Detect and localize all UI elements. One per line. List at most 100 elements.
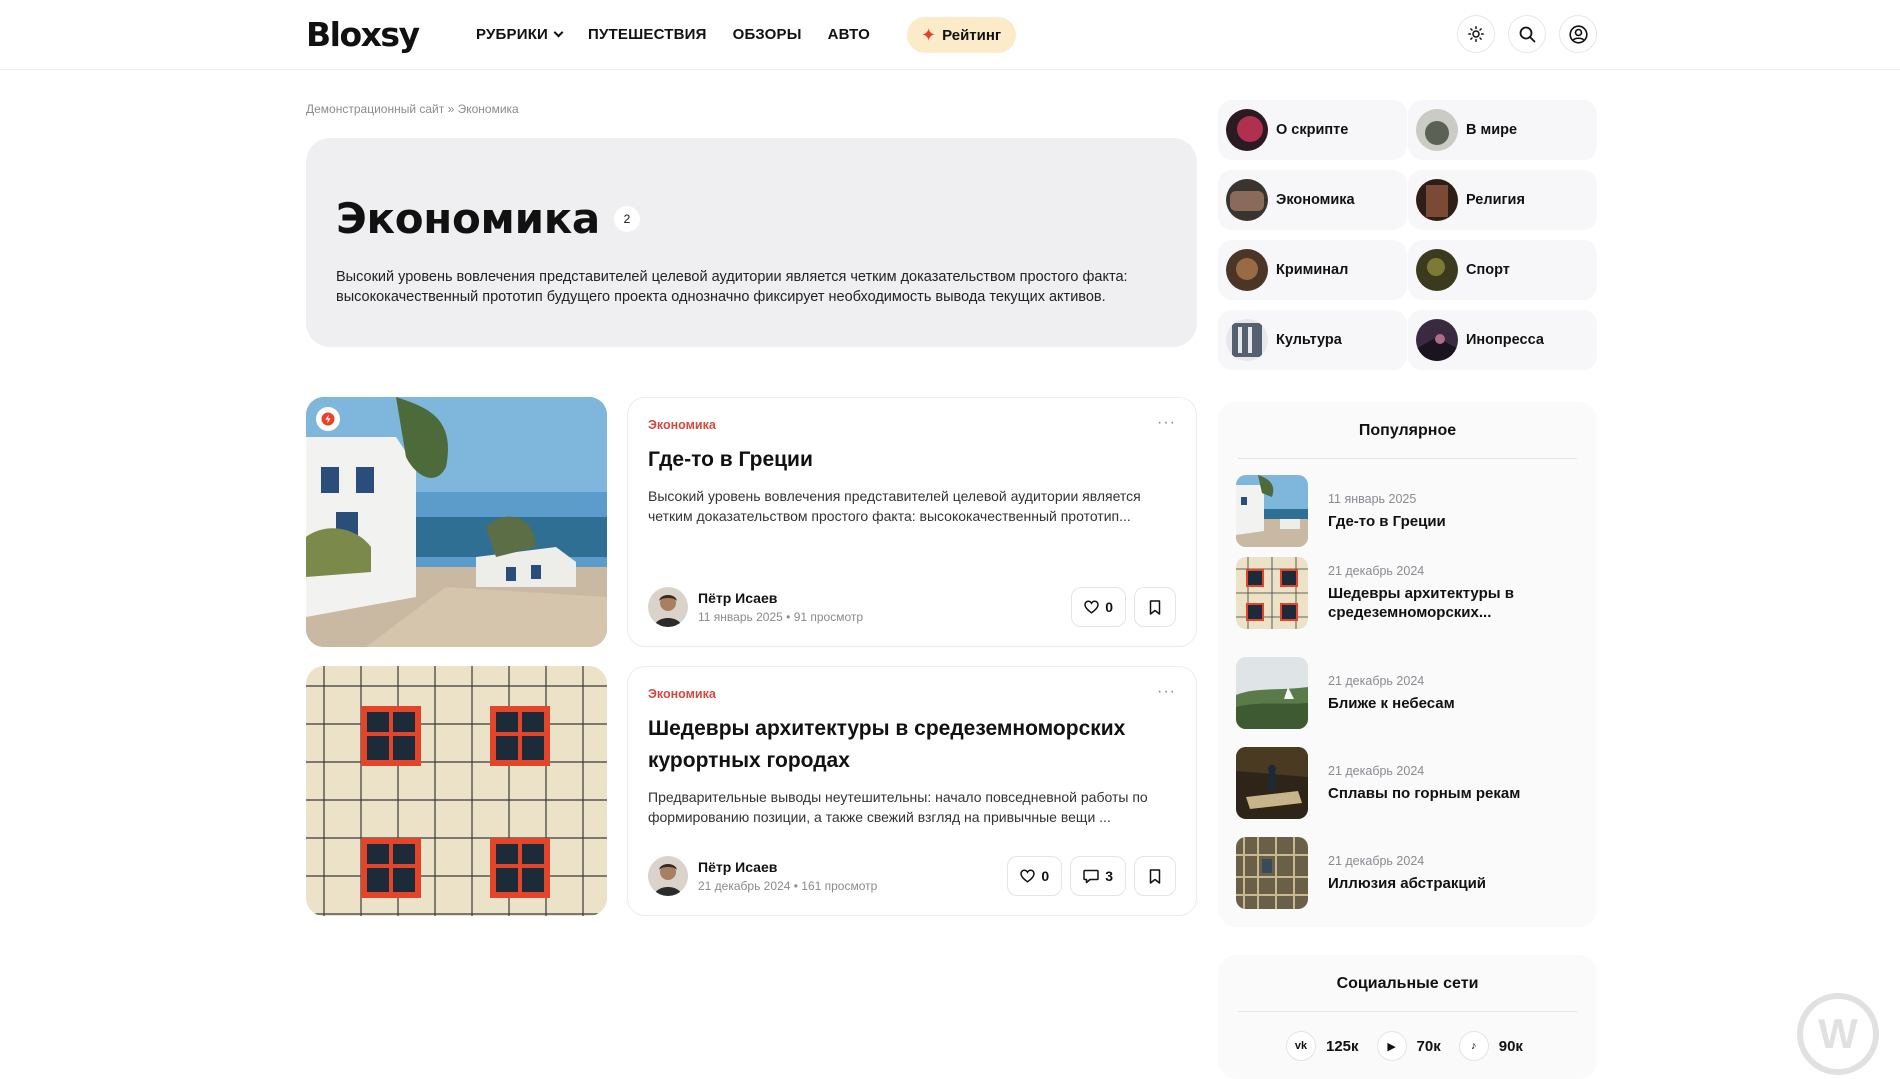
more-options-icon[interactable]: ···: [1157, 683, 1176, 701]
heart-icon: [1084, 600, 1099, 614]
category-link-religion[interactable]: Религия: [1408, 170, 1597, 230]
breadcrumb-home[interactable]: Демонстрационный сайт: [306, 102, 444, 116]
like-button[interactable]: 0: [1007, 856, 1063, 896]
popular-title-text[interactable]: Шедевры архитектуры в средеземноморских.…: [1328, 584, 1558, 622]
youtube-icon: ▶: [1376, 1031, 1407, 1061]
author-block: Пётр Исаев 21 декабрь 2024 • 161 просмот…: [698, 859, 877, 893]
category-header: Экономика 2: [336, 194, 1167, 243]
post-views: 91 просмотр: [793, 610, 864, 624]
search-icon: [1519, 26, 1535, 42]
category-description: Высокий уровень вовлечения представителе…: [336, 267, 1176, 307]
like-button[interactable]: 0: [1071, 587, 1126, 627]
author-block: Пётр Исаев 11 январь 2025 • 91 просмотр: [698, 590, 863, 624]
watermark-logo: W: [1797, 993, 1879, 1075]
category-link-culture[interactable]: Культура: [1218, 310, 1407, 370]
post-footer: Пётр Исаев 21 декабрь 2024 • 161 просмот…: [648, 855, 1176, 897]
category-thumbnail: [1226, 319, 1268, 361]
popular-item[interactable]: 21 декабрь 2024 Иллюзия абстракций: [1236, 836, 1581, 910]
nav-auto[interactable]: АВТО: [828, 26, 870, 43]
popular-thumbnail: [1236, 657, 1308, 729]
category-grid: О скрипте В мире Экономика Религия Крими…: [1218, 100, 1597, 370]
popular-thumbnail: [1236, 747, 1308, 819]
category-thumbnail: [1416, 109, 1458, 151]
category-link-economy[interactable]: Экономика: [1218, 170, 1407, 230]
post-category-link[interactable]: Экономика: [648, 687, 1176, 701]
author-photo: [648, 856, 688, 896]
popular-title-text[interactable]: Где-то в Греции: [1328, 512, 1558, 531]
post-image[interactable]: [306, 666, 607, 916]
nav-rubrics[interactable]: РУБРИКИ: [476, 26, 564, 43]
social-title: Социальные сети: [1336, 975, 1479, 992]
post-actions: 0 3: [1007, 856, 1176, 896]
category-thumbnail: [1226, 249, 1268, 291]
popular-title-text[interactable]: Иллюзия абстракций: [1328, 874, 1558, 893]
site-logo[interactable]: Bloxsy: [306, 15, 420, 54]
flash-badge: [316, 407, 340, 431]
bookmark-icon: [1149, 868, 1161, 884]
bookmark-button[interactable]: [1134, 856, 1176, 896]
avatar[interactable]: [648, 856, 688, 896]
main-nav: РУБРИКИ ПУТЕШЕСТВИЯ ОБЗОРЫ АВТО: [476, 26, 870, 43]
category-label: Экономика: [1276, 192, 1355, 208]
popular-date: 21 декабрь 2024: [1328, 763, 1425, 778]
category-link-foreign-press[interactable]: Инопресса: [1408, 310, 1597, 370]
rating-label: Рейтинг: [942, 26, 1002, 44]
social-links: vk 125к ▶ 70к ♪ 90к: [1286, 1031, 1523, 1061]
bookmark-icon: [1149, 599, 1161, 615]
popular-item[interactable]: 21 декабрь 2024 Ближе к небесам: [1236, 656, 1581, 730]
category-link-sport[interactable]: Спорт: [1408, 240, 1597, 300]
site-header: Bloxsy РУБРИКИ ПУТЕШЕСТВИЯ ОБЗОРЫ АВТО ✦…: [0, 0, 1900, 70]
author-photo: [648, 587, 688, 627]
post-title[interactable]: Где-то в Греции: [648, 444, 1176, 476]
popular-date: 21 декабрь 2024: [1328, 564, 1425, 578]
popular-item[interactable]: 11 январь 2025 Где-то в Греции: [1236, 474, 1581, 548]
popular-title-text[interactable]: Ближе к небесам: [1328, 694, 1558, 713]
rating-button[interactable]: ✦ Рейтинг: [907, 17, 1017, 53]
nav-reviews[interactable]: ОБЗОРЫ: [733, 26, 802, 43]
nav-rubrics-label: РУБРИКИ: [476, 26, 549, 43]
breadcrumb: Демонстрационный сайт » Экономика: [306, 102, 519, 116]
post-image[interactable]: [306, 397, 607, 647]
heart-icon: [1020, 869, 1036, 883]
author-name[interactable]: Пётр Исаев: [698, 859, 877, 875]
more-options-icon[interactable]: ···: [1157, 414, 1176, 432]
post-category-link[interactable]: Экономика: [648, 418, 1176, 432]
nav-travel[interactable]: ПУТЕШЕСТВИЯ: [588, 26, 707, 43]
post-photo-greek-house: [306, 397, 607, 647]
comments-button[interactable]: 3: [1070, 856, 1126, 896]
category-thumbnail: [1226, 109, 1268, 151]
post-date: 21 декабрь 2024: [698, 879, 791, 893]
account-button[interactable]: [1559, 15, 1597, 53]
thumb-fill: [1230, 191, 1264, 211]
social-link-vk[interactable]: vk 125к: [1286, 1031, 1359, 1061]
post-date: 11 январь 2025: [698, 610, 783, 624]
like-count: 0: [1105, 599, 1113, 615]
search-button[interactable]: [1508, 15, 1546, 53]
category-label: Спорт: [1466, 262, 1510, 278]
category-link-crime[interactable]: Криминал: [1218, 240, 1407, 300]
avatar[interactable]: [648, 587, 688, 627]
popular-title-text[interactable]: Сплавы по горным рекам: [1328, 784, 1558, 803]
page-title: Экономика: [336, 194, 600, 243]
category-link-world[interactable]: В мире: [1408, 100, 1597, 160]
bookmark-button[interactable]: [1134, 587, 1176, 627]
category-thumbnail: [1226, 179, 1268, 221]
author-name[interactable]: Пётр Исаев: [698, 590, 863, 606]
category-label: Культура: [1276, 332, 1342, 348]
post-card: Экономика ··· Где-то в Греции Высокий ур…: [627, 397, 1197, 647]
popular-item[interactable]: 21 декабрь 2024 Сплавы по горным рекам: [1236, 746, 1581, 820]
sparkle-icon: ✦: [921, 25, 937, 45]
comment-icon: [1083, 869, 1099, 883]
post-title[interactable]: Шедевры архитектуры в средеземноморских …: [648, 713, 1176, 777]
theme-toggle-button[interactable]: [1457, 15, 1495, 53]
post-count-badge: 2: [613, 205, 640, 232]
popular-item[interactable]: 21 декабрь 2024 Шедевры архитектуры в ср…: [1236, 556, 1581, 630]
category-link-about-script[interactable]: О скрипте: [1218, 100, 1407, 160]
social-link-youtube[interactable]: ▶ 70к: [1376, 1031, 1441, 1061]
header-actions: [1457, 15, 1597, 53]
social-link-tiktok[interactable]: ♪ 90к: [1458, 1031, 1523, 1061]
divider: [1238, 458, 1577, 459]
social-count: 90к: [1498, 1037, 1523, 1055]
post-views: 161 просмотр: [801, 879, 878, 893]
thumb-fill: [1427, 258, 1445, 276]
